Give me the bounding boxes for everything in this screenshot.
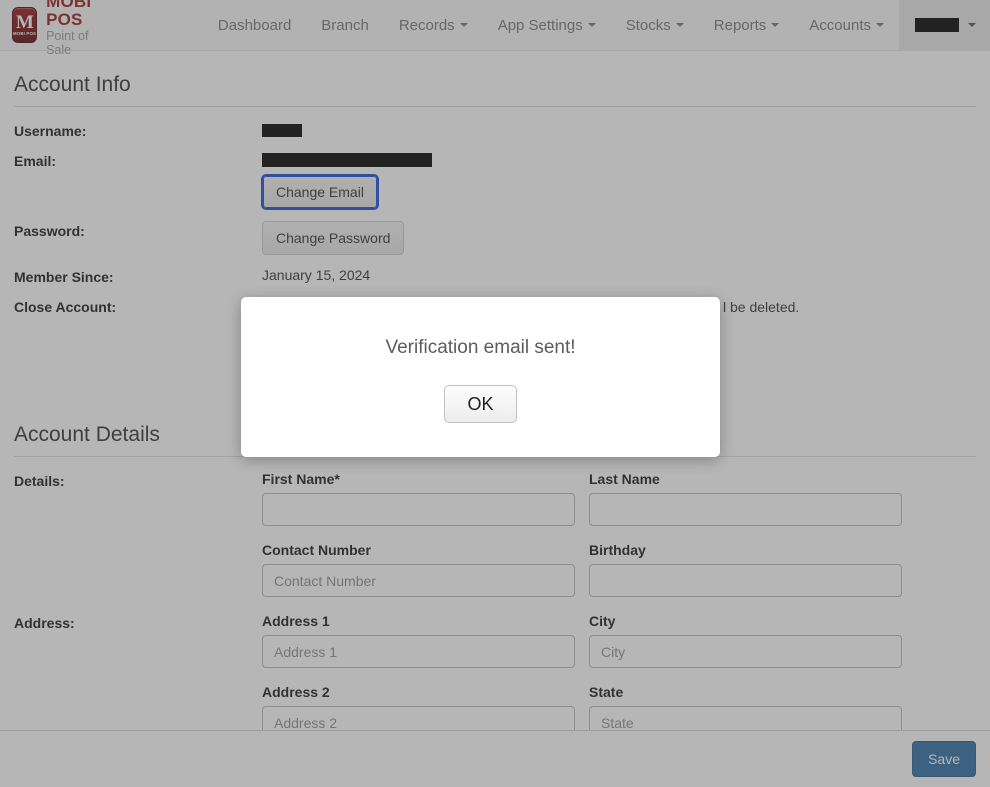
alert-dialog: Verification email sent! OK	[241, 297, 720, 457]
alert-ok-button[interactable]: OK	[444, 385, 517, 423]
alert-message: Verification email sent!	[385, 337, 576, 358]
